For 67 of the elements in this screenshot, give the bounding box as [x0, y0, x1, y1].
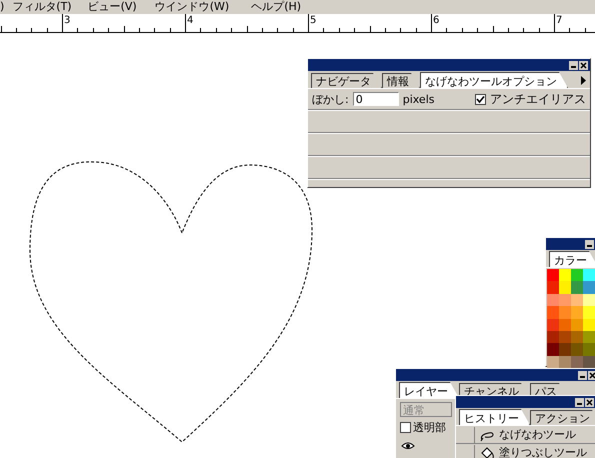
checkbox[interactable] — [475, 94, 486, 104]
checkbox[interactable] — [400, 422, 411, 432]
color-swatch[interactable] — [547, 281, 559, 294]
color-swatch[interactable] — [559, 343, 571, 356]
color-swatch[interactable] — [571, 318, 583, 331]
color-swatch[interactable] — [559, 294, 571, 306]
palette-tab[interactable]: アクション — [530, 410, 595, 425]
palette-menu-button[interactable] — [580, 73, 587, 88]
color-swatch[interactable] — [583, 318, 595, 331]
color-swatch[interactable] — [547, 294, 559, 306]
color-swatch[interactable] — [583, 330, 595, 344]
minimize-icon[interactable] — [569, 60, 578, 70]
color-swatch[interactable] — [559, 318, 571, 331]
close-icon[interactable] — [585, 398, 594, 406]
color-swatch[interactable] — [571, 269, 583, 282]
color-swatch[interactable] — [571, 330, 583, 344]
color-swatch[interactable] — [583, 294, 595, 306]
minimize-icon[interactable] — [585, 240, 594, 248]
color-swatch[interactable] — [547, 343, 559, 356]
color-swatch[interactable] — [547, 306, 559, 319]
ruler-label: 4 — [187, 15, 194, 26]
menu-item[interactable]: ヘルプ(H) — [251, 0, 302, 14]
menu-item[interactable]: ビュー(V) — [88, 0, 137, 14]
color-swatch[interactable] — [559, 281, 571, 294]
close-icon[interactable] — [579, 60, 588, 70]
color-swatch[interactable] — [571, 356, 583, 368]
menu-item[interactable]: フィルタ(T) — [12, 0, 72, 14]
antialias-label: アンチエイリアス — [490, 90, 586, 108]
color-swatch[interactable] — [571, 281, 583, 294]
palette-tab[interactable]: なげなわツールオプション — [420, 72, 568, 88]
ruler-label: 3 — [64, 15, 70, 26]
palette-tab[interactable]: カラー — [549, 251, 595, 267]
ruler-label: 5 — [310, 15, 316, 26]
feather-label: ぼかし: — [312, 92, 349, 106]
color-swatch[interactable] — [547, 356, 559, 368]
color-swatch[interactable] — [571, 294, 583, 306]
palette-tab[interactable]: 情報 — [382, 73, 420, 88]
color-swatch[interactable] — [559, 356, 571, 368]
color-swatch[interactable] — [559, 306, 571, 319]
color-swatch[interactable] — [571, 343, 583, 356]
palette-tab[interactable]: ナビゲータ — [311, 73, 382, 88]
color-swatch[interactable] — [559, 330, 571, 344]
color-swatch[interactable] — [547, 318, 559, 331]
color-swatch[interactable] — [583, 306, 595, 319]
history-state[interactable]: なげなわツール — [499, 427, 576, 442]
color-swatch[interactable] — [559, 269, 571, 282]
color-swatch[interactable] — [547, 269, 559, 282]
minimize-icon[interactable] — [575, 398, 584, 406]
feather-input[interactable]: 0 — [352, 92, 399, 106]
color-swatch[interactable] — [583, 356, 595, 368]
triangle-icon — [581, 76, 586, 85]
ruler-label: 6 — [433, 15, 440, 26]
color-swatch[interactable] — [571, 306, 583, 319]
ruler-label: 7 — [556, 15, 562, 26]
palette-tab[interactable]: ヒストリー — [459, 409, 530, 425]
color-swatch[interactable] — [547, 330, 559, 344]
menu-item[interactable]: ウインドウ(W) — [154, 0, 230, 14]
history-state[interactable]: 塗りつぶしツール — [499, 445, 587, 458]
close-icon[interactable] — [588, 370, 595, 380]
color-swatch[interactable] — [583, 269, 595, 282]
minimize-icon[interactable] — [578, 370, 587, 380]
color-swatch[interactable] — [583, 281, 595, 294]
palette-tab[interactable]: レイヤー — [399, 382, 459, 398]
unit-label: pixels — [402, 92, 434, 106]
menu-item[interactable]: ) — [0, 0, 4, 14]
color-swatch[interactable] — [583, 343, 595, 356]
preserve-transparency-label: 透明部 — [413, 420, 446, 434]
